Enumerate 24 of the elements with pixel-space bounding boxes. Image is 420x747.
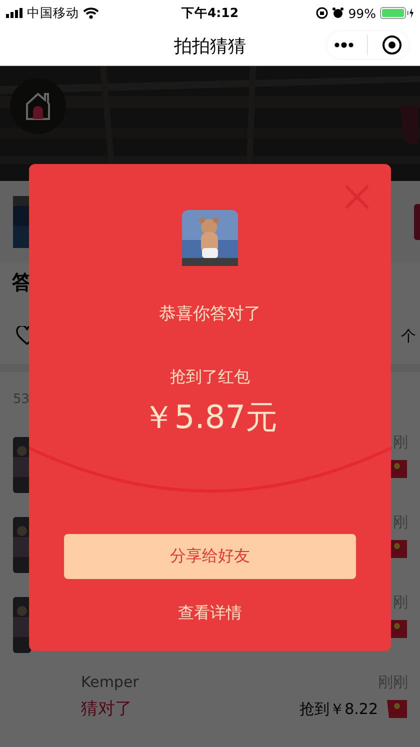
wifi-icon xyxy=(83,7,99,19)
page-title: 拍拍猜猜 xyxy=(174,34,246,58)
battery-icon xyxy=(380,7,414,19)
dialog-title: 恭喜你答对了 xyxy=(159,303,261,325)
close-target-icon[interactable] xyxy=(382,35,402,55)
amount-text: ￥5.87元 xyxy=(142,397,278,438)
stat-text: 个 xyxy=(401,326,416,346)
prize-text: 抢到￥8.22 xyxy=(300,700,378,718)
section-heading: 答 xyxy=(11,269,33,296)
share-button[interactable]: 分享给好友 xyxy=(64,534,356,579)
envelope-icon xyxy=(386,698,408,720)
home-icon xyxy=(25,91,51,121)
battery-percent: 99% xyxy=(348,6,376,20)
rotation-lock-icon xyxy=(316,7,328,19)
carrier-text: 中国移动 xyxy=(27,4,79,22)
result-text: 猜对了 xyxy=(81,698,133,720)
status-time: 下午4:12 xyxy=(181,4,239,22)
signal-icon xyxy=(6,8,23,18)
dialog-subtitle: 抢到了红包 xyxy=(170,367,250,388)
card-edge xyxy=(414,204,420,240)
user-name: Kemper xyxy=(81,673,139,691)
details-link[interactable]: 查看详情 xyxy=(174,599,246,628)
alarm-icon xyxy=(332,7,344,19)
more-icon[interactable] xyxy=(334,42,354,48)
